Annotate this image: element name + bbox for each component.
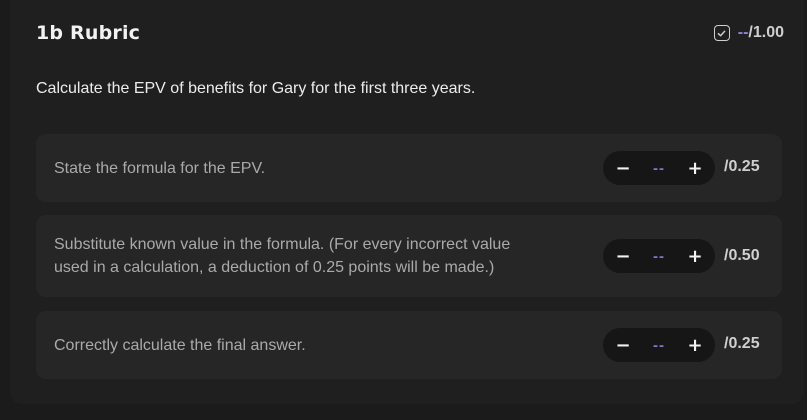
rubric-score: --/1.00 <box>713 24 784 42</box>
score-value: -- <box>737 24 749 41</box>
criterion-text-line: Substitute known value in the formula. (… <box>54 236 511 253</box>
stepper-value[interactable]: -- <box>653 160 665 177</box>
increment-button[interactable]: + <box>687 158 703 179</box>
score-total: /1.00 <box>748 24 784 41</box>
score-stepper: − -- + <box>603 239 715 273</box>
stepper-value[interactable]: -- <box>653 248 665 265</box>
criterion-card: Correctly calculate the final answer. − … <box>36 311 782 379</box>
rubric-header: 1b Rubric --/1.00 <box>36 18 784 48</box>
increment-button[interactable]: + <box>687 246 703 267</box>
decrement-button[interactable]: − <box>615 335 631 356</box>
criterion-max-points: /0.50 <box>724 247 760 264</box>
criterion-card: Substitute known value in the formula. (… <box>36 215 782 297</box>
score-stepper: − -- + <box>603 151 715 185</box>
criterion-max-points: /0.25 <box>724 335 760 352</box>
decrement-button[interactable]: − <box>615 158 631 179</box>
decrement-button[interactable]: − <box>615 246 631 267</box>
score-stepper: − -- + <box>603 328 715 362</box>
check-square-icon[interactable] <box>713 25 730 41</box>
criterion-text: Correctly calculate the final answer. <box>54 337 306 354</box>
rubric-panel: 1b Rubric --/1.00 Calculate the EPV of b… <box>10 0 804 404</box>
rubric-title: 1b Rubric <box>36 22 141 44</box>
increment-button[interactable]: + <box>687 335 703 356</box>
criterion-text: Substitute known value in the formula. (… <box>54 233 574 279</box>
criterion-max-points: /0.25 <box>724 158 760 175</box>
criterion-text: State the formula for the EPV. <box>54 160 266 177</box>
stepper-value[interactable]: -- <box>653 337 665 354</box>
question-text: Calculate the EPV of benefits for Gary f… <box>36 80 476 97</box>
criterion-card: State the formula for the EPV. − -- + /0… <box>36 134 782 202</box>
criterion-text-line: used in a calculation, a deduction of 0.… <box>54 259 495 276</box>
